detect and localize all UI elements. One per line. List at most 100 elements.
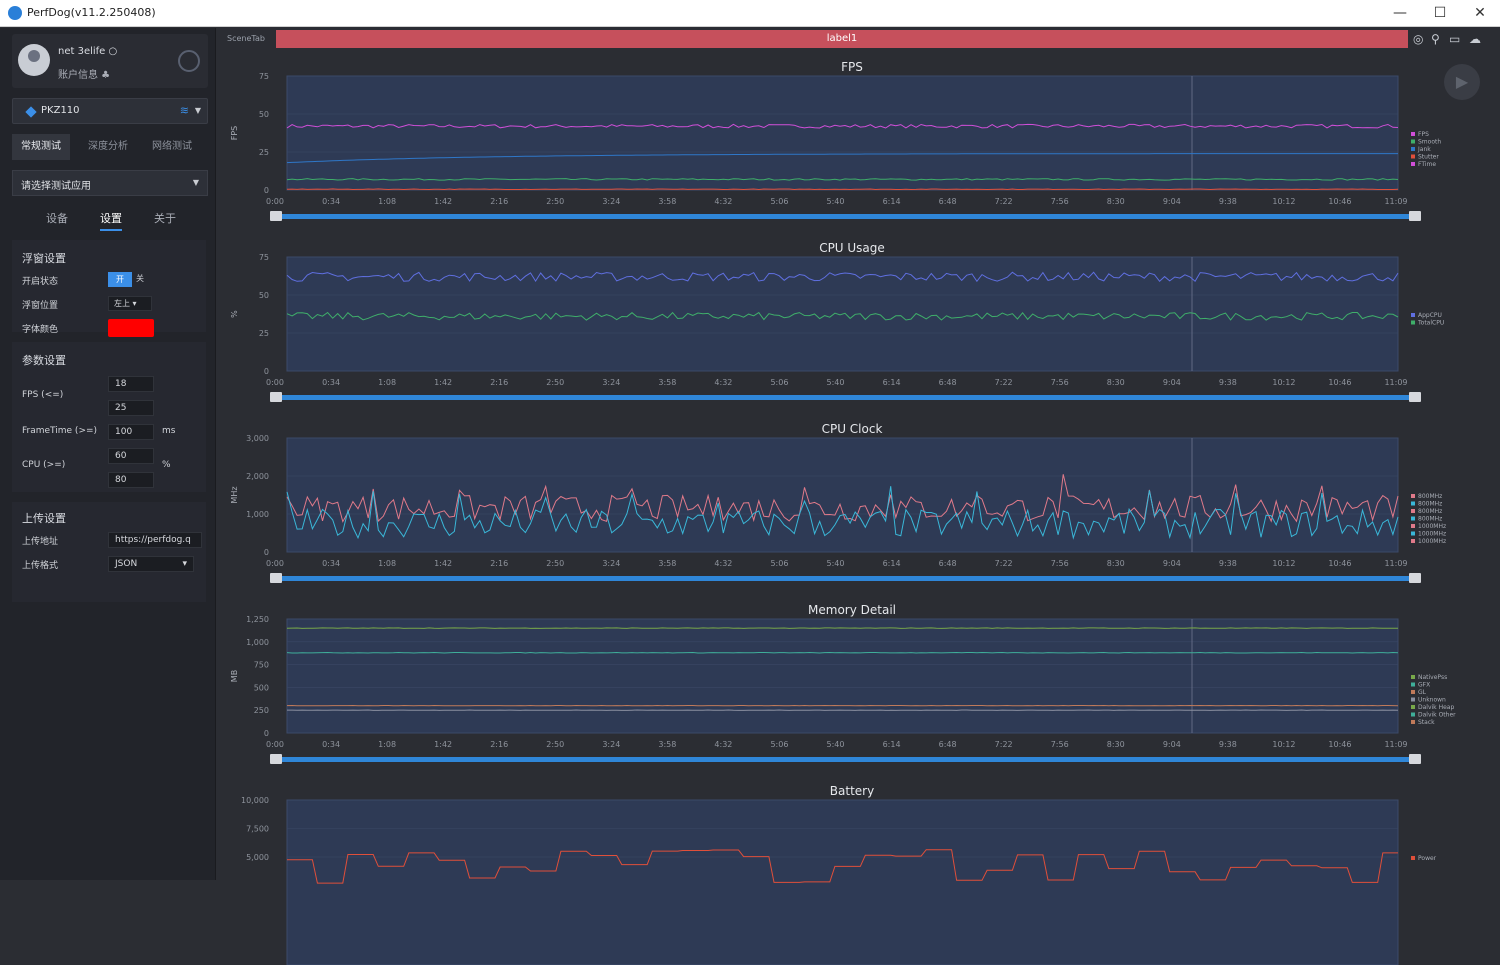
tab-deep-analysis[interactable]: 深度分析	[78, 134, 138, 160]
legend-swatch	[1411, 162, 1415, 166]
x-tick-label: 9:38	[1219, 559, 1237, 568]
time-range-slider[interactable]	[275, 395, 1415, 400]
tab-normal-test[interactable]: 常规测试	[12, 134, 70, 160]
legend-entry: 1000MHz	[1418, 531, 1446, 538]
switch-off-button[interactable]: 关	[136, 273, 144, 284]
legend-swatch	[1411, 494, 1415, 498]
time-range-slider[interactable]	[275, 576, 1415, 581]
tab-device[interactable]: 设备	[46, 210, 68, 226]
app-select-dropdown[interactable]: 请选择测试应用 ▼	[12, 170, 208, 196]
x-tick-label: 10:46	[1328, 197, 1351, 206]
y-tick-label: 500	[254, 683, 269, 692]
tab-about[interactable]: 关于	[154, 210, 176, 226]
tab-network-test[interactable]: 网络测试	[142, 134, 202, 160]
device-selector[interactable]: PKZ110 ≋ ▼	[12, 98, 208, 124]
series-line	[287, 628, 1398, 629]
cloud-icon[interactable]: ☁	[1469, 32, 1481, 46]
x-tick-label: 10:12	[1272, 378, 1295, 387]
x-tick-label: 5:40	[827, 740, 845, 749]
time-range-slider[interactable]	[275, 757, 1415, 762]
legend-entry: FPS	[1418, 131, 1429, 138]
slider-handle-right[interactable]	[1409, 392, 1421, 402]
chart-title: FPS	[841, 60, 863, 74]
legend-entry: Dalvik Heap	[1418, 704, 1454, 711]
fps-threshold-2-input[interactable]: 25	[108, 400, 154, 416]
time-range-slider[interactable]	[275, 214, 1415, 219]
x-tick-label: 2:16	[490, 559, 508, 568]
position-label: 浮窗位置	[22, 298, 58, 311]
scene-label-bar[interactable]: label1	[276, 30, 1408, 48]
x-tick-label: 3:58	[658, 559, 676, 568]
maximize-button[interactable]: ☐	[1420, 0, 1460, 27]
upload-format-select[interactable]: JSON▾	[108, 556, 194, 572]
x-tick-label: 8:30	[1107, 378, 1125, 387]
float-settings-title: 浮窗设置	[22, 250, 66, 266]
x-tick-label: 3:58	[658, 197, 676, 206]
x-tick-label: 5:40	[827, 197, 845, 206]
slider-handle-right[interactable]	[1409, 754, 1421, 764]
frametime-input[interactable]: 100	[108, 424, 154, 440]
cpu-threshold-2-input[interactable]: 80	[108, 472, 154, 488]
upload-format-label: 上传格式	[22, 558, 58, 571]
y-axis-label: %	[230, 310, 239, 318]
x-tick-label: 1:08	[378, 378, 396, 387]
x-tick-label: 1:42	[434, 559, 452, 568]
legend-swatch	[1411, 705, 1415, 709]
chart-title: Memory Detail	[808, 603, 896, 617]
x-tick-label: 8:30	[1107, 740, 1125, 749]
plot-area	[287, 76, 1398, 190]
x-tick-label: 0:00	[266, 559, 284, 568]
fps-threshold-1-input[interactable]: 18	[108, 376, 154, 392]
y-axis-label: FPS	[230, 126, 239, 141]
minimize-button[interactable]: —	[1380, 0, 1420, 27]
cpu-unit: %	[162, 460, 171, 470]
x-tick-label: 6:48	[939, 559, 957, 568]
legend-entry: Stack	[1418, 719, 1435, 726]
legend-swatch	[1411, 720, 1415, 724]
close-button[interactable]: ✕	[1460, 0, 1500, 27]
legend-swatch	[1411, 321, 1415, 325]
slider-handle-right[interactable]	[1409, 573, 1421, 583]
cpu-threshold-1-input[interactable]: 60	[108, 448, 154, 464]
folder-icon[interactable]: ▭	[1449, 32, 1460, 46]
x-tick-label: 3:24	[602, 559, 620, 568]
x-tick-label: 6:14	[883, 740, 901, 749]
legend-entry: Unknown	[1418, 697, 1446, 704]
chart-memory-detail: Memory DetailMB1,2501,00075050025000:000…	[217, 603, 1500, 784]
x-tick-label: 5:06	[770, 197, 788, 206]
x-tick-label: 3:58	[658, 378, 676, 387]
chart-battery: Battery10,0007,5005,000Power	[217, 784, 1500, 965]
legend-swatch	[1411, 683, 1415, 687]
pin-icon[interactable]: ⚲	[1431, 32, 1440, 46]
scene-tab[interactable]: SceneTab	[217, 30, 275, 48]
slider-handle-left[interactable]	[270, 392, 282, 402]
x-tick-label: 10:46	[1328, 378, 1351, 387]
switch-on-button[interactable]: 开	[108, 272, 132, 287]
x-tick-label: 11:09	[1384, 740, 1407, 749]
slider-handle-left[interactable]	[270, 573, 282, 583]
window-titlebar: PerfDog(v11.2.250408) — ☐ ✕	[0, 0, 1500, 27]
tab-settings[interactable]: 设置	[100, 210, 122, 231]
account-info-link[interactable]: 账户信息 ♣	[58, 66, 110, 81]
slider-handle-left[interactable]	[270, 754, 282, 764]
legend-swatch	[1411, 856, 1415, 860]
legend-entry: GFX	[1418, 682, 1430, 689]
legend-swatch	[1411, 698, 1415, 702]
legend-entry: Dalvik Other	[1418, 712, 1456, 719]
slider-handle-left[interactable]	[270, 211, 282, 221]
avatar[interactable]	[18, 44, 50, 76]
legend-swatch	[1411, 532, 1415, 536]
settings-circle-icon[interactable]	[178, 50, 200, 72]
x-tick-label: 6:14	[883, 378, 901, 387]
x-tick-label: 4:32	[714, 559, 732, 568]
location-icon[interactable]: ◎	[1413, 32, 1423, 46]
x-tick-label: 9:04	[1163, 378, 1181, 387]
chart-svg: Memory DetailMB1,2501,00075050025000:000…	[217, 603, 1500, 784]
legend-entry: Smooth	[1418, 139, 1441, 146]
plot-area	[287, 800, 1398, 965]
window-title: PerfDog(v11.2.250408)	[27, 6, 156, 19]
position-select[interactable]: 左上 ▾	[108, 296, 152, 311]
upload-url-input[interactable]: https://perfdog.q	[108, 532, 202, 548]
color-swatch[interactable]	[108, 319, 154, 337]
slider-handle-right[interactable]	[1409, 211, 1421, 221]
